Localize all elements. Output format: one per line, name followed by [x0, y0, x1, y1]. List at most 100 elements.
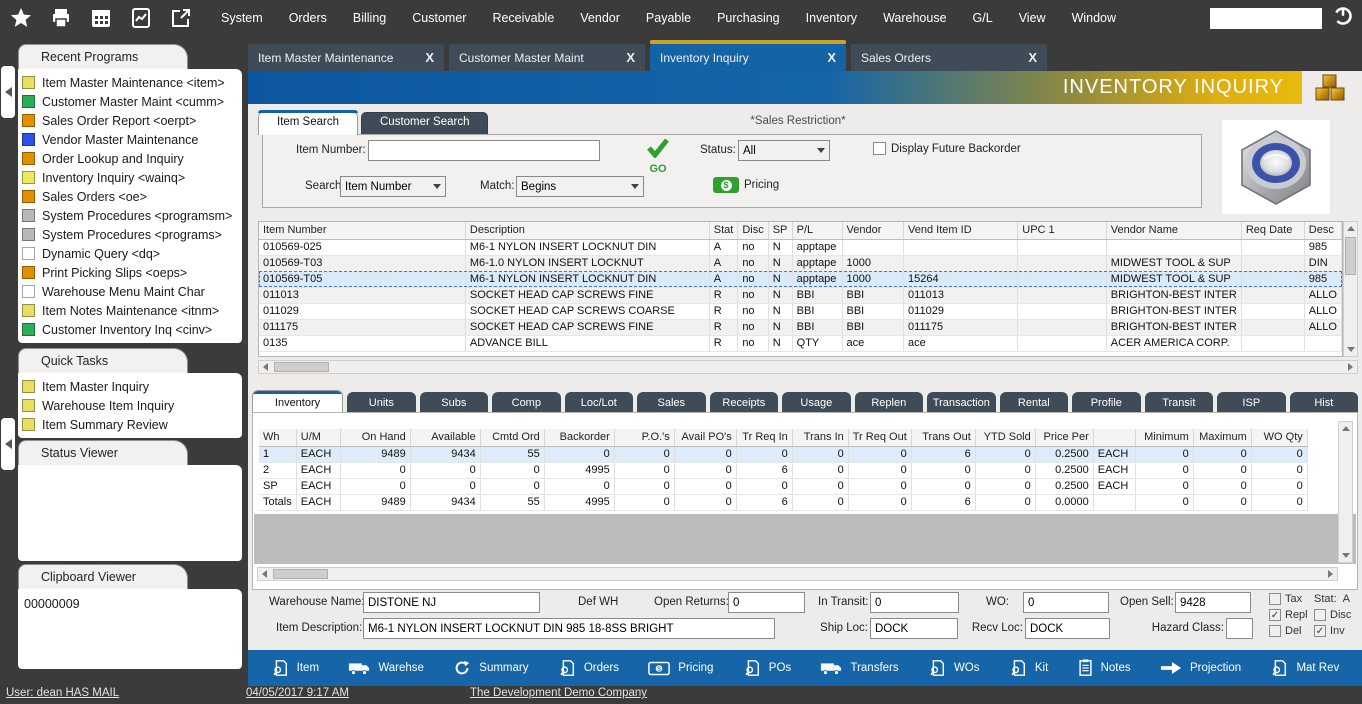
column-header[interactable]: U/M	[296, 429, 340, 446]
menu-item[interactable]: Billing	[340, 11, 399, 25]
detail-tab[interactable]: ISP	[1217, 392, 1286, 413]
detail-tab[interactable]: Receipts	[710, 392, 779, 413]
checkbox[interactable]	[1314, 625, 1326, 637]
go-button[interactable]: GO	[643, 138, 673, 175]
table-row[interactable]: 011175SOCKET HEAD CAP SCREWS FINERnoNBBI…	[259, 319, 1342, 335]
wo-input[interactable]	[1023, 592, 1109, 613]
pos-button[interactable]: POs	[743, 659, 791, 677]
column-header[interactable]: Stat	[709, 222, 738, 239]
tab-customer-search[interactable]: Customer Search	[361, 112, 488, 135]
flag-checkbox-row[interactable]: Tax	[1269, 592, 1308, 606]
notes-button[interactable]: Notes	[1078, 659, 1131, 677]
detail-tab[interactable]: Usage	[782, 392, 851, 413]
menu-item[interactable]: G/L	[960, 11, 1006, 25]
menu-item[interactable]: View	[1006, 11, 1059, 25]
flag-checkbox-row[interactable]: Del	[1269, 624, 1308, 638]
search-by-dropdown[interactable]: Item Number	[340, 176, 446, 197]
flag-checkbox-row[interactable]: Repl	[1269, 608, 1308, 622]
column-header[interactable]: UPC 1	[1018, 222, 1106, 239]
menu-item[interactable]: Customer	[399, 11, 479, 25]
sidebar-program-item[interactable]: System Procedures <programs>	[22, 225, 242, 244]
table-row[interactable]: 010569-025M6-1 NYLON INSERT LOCKNUT DINA…	[259, 239, 1342, 255]
kit-button[interactable]: Kit	[1009, 659, 1048, 677]
detail-tab[interactable]: Comp	[492, 392, 561, 413]
column-header[interactable]: Available	[410, 429, 480, 446]
menu-item[interactable]: Inventory	[793, 11, 870, 25]
column-header[interactable]: Trans Out	[911, 429, 975, 446]
item-description-input[interactable]	[363, 618, 775, 639]
scrollbar-thumb[interactable]	[1345, 237, 1356, 275]
open-sell-input[interactable]	[1175, 592, 1251, 613]
tab-close-icon[interactable]: X	[626, 50, 635, 65]
document-tab[interactable]: Item Master Maintenance X	[248, 44, 444, 71]
column-header[interactable]: Description	[465, 222, 709, 239]
tab-close-icon[interactable]: X	[1028, 50, 1037, 65]
scroll-right-icon[interactable]	[1324, 568, 1337, 580]
detail-tab[interactable]: Profile	[1072, 392, 1141, 413]
sidebar-collapse-button[interactable]	[1, 66, 15, 118]
sidebar-program-item[interactable]: Inventory Inquiry <wainq>	[22, 168, 242, 187]
transfers-button[interactable]: Transfers	[820, 660, 898, 676]
scroll-up-icon[interactable]	[1344, 222, 1357, 235]
status-dropdown[interactable]: All	[738, 140, 830, 161]
inventory-horizontal-scrollbar[interactable]	[257, 567, 1338, 581]
detail-tab[interactable]: Sales	[637, 392, 706, 413]
scroll-left-icon[interactable]	[258, 568, 271, 580]
detail-tab[interactable]: Replen	[855, 392, 924, 413]
settings-power-icon[interactable]	[1332, 5, 1354, 32]
detail-tab[interactable]: Inventory	[252, 390, 343, 413]
checkbox[interactable]	[1269, 593, 1281, 605]
menu-item[interactable]: Warehouse	[870, 11, 959, 25]
results-vertical-scrollbar[interactable]	[1343, 221, 1358, 357]
future-backorder-option[interactable]: Display Future Backorder	[873, 142, 1021, 155]
column-header[interactable]	[1093, 429, 1135, 446]
status-datetime[interactable]: 04/05/2017 9:17 AM	[246, 687, 349, 699]
column-header[interactable]: Cmtd Ord	[480, 429, 544, 446]
scrollbar-thumb[interactable]	[273, 569, 328, 579]
sidebar-program-item[interactable]: Warehouse Menu Maint Char	[22, 282, 242, 301]
column-header[interactable]: Minimum	[1135, 429, 1193, 446]
status-user[interactable]: User: dean HAS MAIL	[6, 687, 119, 699]
menu-item[interactable]: Payable	[633, 11, 704, 25]
column-header[interactable]: Tr Req In	[736, 429, 792, 446]
menubar-search-input[interactable]	[1210, 8, 1322, 29]
detail-tab[interactable]: Rental	[1000, 392, 1069, 413]
column-header[interactable]: P/L	[792, 222, 842, 239]
mat-rev-button[interactable]: Mat Rev	[1270, 659, 1339, 677]
column-header[interactable]: Req Date	[1241, 222, 1304, 239]
future-backorder-checkbox[interactable]	[873, 142, 886, 155]
menu-item[interactable]: Window	[1059, 11, 1129, 25]
sidebar-program-item[interactable]: Sales Order Report <oerpt>	[22, 111, 242, 130]
column-header[interactable]: P.O.'s	[614, 429, 674, 446]
status-company[interactable]: The Development Demo Company	[470, 687, 647, 699]
tab-item-search[interactable]: Item Search	[258, 112, 358, 135]
column-header[interactable]: Trans In	[792, 429, 848, 446]
report-icon[interactable]	[128, 5, 154, 31]
column-header[interactable]: Vendor	[842, 222, 904, 239]
projection-button[interactable]: Projection	[1160, 661, 1241, 675]
pricing-button[interactable]: $ Pricing	[713, 177, 779, 193]
column-header[interactable]: Desc	[1304, 222, 1341, 239]
sidebar-collapse-button-2[interactable]	[1, 418, 15, 470]
item-button[interactable]: Item	[271, 659, 319, 677]
detail-tab[interactable]: Subs	[420, 392, 489, 413]
scroll-left-icon[interactable]	[259, 361, 272, 373]
hazard-class-input[interactable]	[1226, 618, 1253, 639]
detail-tab[interactable]: Transaction	[927, 392, 996, 413]
sidebar-program-item[interactable]: Customer Inventory Inq <cinv>	[22, 320, 242, 339]
checkbox[interactable]	[1269, 609, 1281, 621]
ship-loc-input[interactable]	[870, 618, 958, 639]
item-number-input[interactable]	[368, 140, 600, 161]
checkbox[interactable]	[1269, 625, 1281, 637]
table-row[interactable]: 1EACH9489943455000000600.2500EACH000	[259, 446, 1307, 462]
inventory-vertical-scrollbar[interactable]	[1338, 421, 1353, 563]
flag-checkbox-row[interactable]: Disc	[1314, 608, 1351, 622]
column-header[interactable]: Avail PO's	[674, 429, 736, 446]
recv-loc-input[interactable]	[1025, 618, 1110, 639]
print-icon[interactable]	[48, 5, 74, 31]
column-header[interactable]: Tr Req Out	[848, 429, 911, 446]
detail-tab[interactable]: Units	[347, 392, 416, 413]
in-transit-input[interactable]	[870, 592, 959, 613]
quick-task-item[interactable]: Item Master Inquiry	[22, 377, 242, 396]
checkbox[interactable]	[1314, 609, 1326, 621]
